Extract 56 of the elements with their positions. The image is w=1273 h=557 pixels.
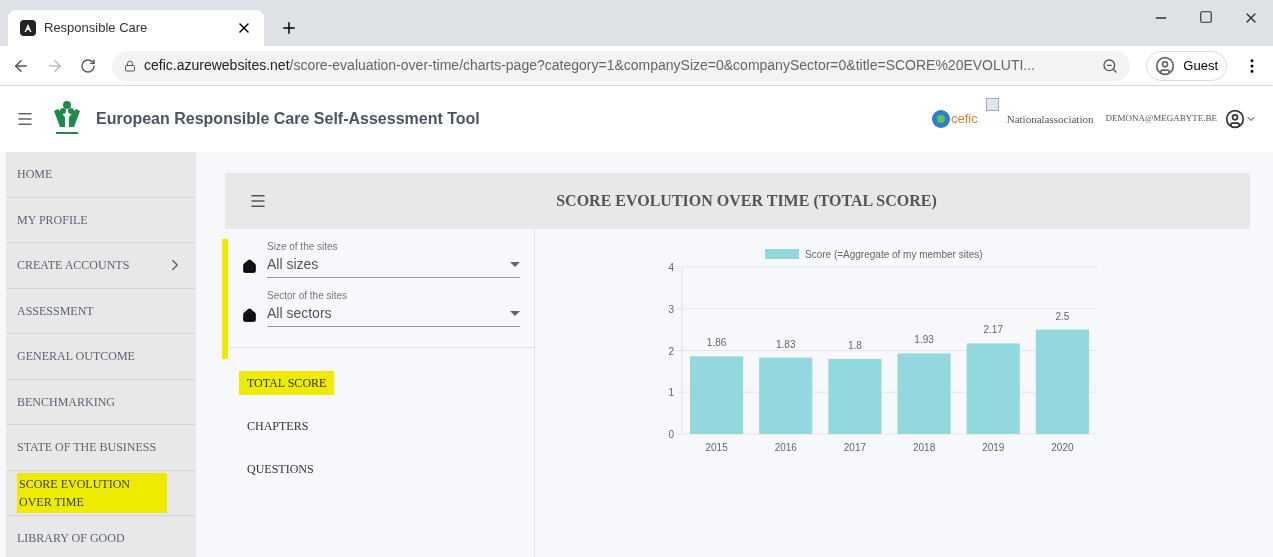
maximize-icon[interactable] <box>1199 10 1213 24</box>
association-label: Nationalassociation <box>1006 111 1094 127</box>
chart-legend: Score (=Aggregate of my member sites) <box>765 249 983 260</box>
sidebar-item[interactable]: HOME <box>6 152 196 198</box>
axis-tick-label: 2018 <box>912 442 936 453</box>
sidebar-item[interactable]: ASSESSMENT <box>6 288 196 334</box>
axis-tick-label: 2015 <box>705 442 728 453</box>
axis-tick-label: 1 <box>668 387 674 399</box>
broken-image-icon <box>985 98 999 111</box>
axis-tick-label: 0 <box>668 429 674 440</box>
bar-value-label: 1.8 <box>847 339 862 351</box>
home-icon <box>242 259 257 274</box>
axis-tick-label: 2 <box>668 345 674 357</box>
partner-logo: cefic <box>950 110 978 129</box>
bar-value-label: 2.5 <box>1055 310 1070 322</box>
sidebar-item[interactable]: BENCHMARKING <box>6 379 196 425</box>
axis-tick-label: 2020 <box>1051 442 1074 453</box>
app-title: European Responsible Care Self-Assessment Tool <box>96 109 480 129</box>
axis-tick-label: 2016 <box>774 442 797 453</box>
sidebar-item[interactable]: LIBRARY OF GOOD <box>6 516 196 557</box>
axis-tick-label: 4 <box>668 262 674 273</box>
lock-icon <box>124 59 136 72</box>
category-link[interactable]: TOTAL SCORE <box>239 371 335 395</box>
user-icon <box>1225 109 1245 129</box>
bar-value-label: 1.83 <box>776 338 796 350</box>
axis-tick-label: 2017 <box>843 442 867 453</box>
user-email: DEMONA@MEGABYTE.BE <box>1105 112 1217 126</box>
category-link[interactable]: QUESTIONS <box>239 460 322 478</box>
reload-icon[interactable] <box>80 57 96 74</box>
select-field[interactable]: Size of the sites All sizes <box>267 239 520 278</box>
dropdown-caret-icon <box>510 262 520 267</box>
select-field[interactable]: Sector of the sites All sectors <box>267 288 520 327</box>
app-icon <box>20 20 36 36</box>
bar-value-label: 1.86 <box>706 337 727 349</box>
sidebar-item[interactable]: STATE OF THE BUSINESS <box>6 425 196 471</box>
tab-title: Responsible Care <box>44 19 149 38</box>
browser-tab[interactable]: Responsible Care <box>8 10 264 46</box>
home-icon <box>242 308 257 323</box>
user-icon <box>1155 55 1176 76</box>
category-link[interactable]: CHAPTERS <box>239 417 317 435</box>
sidebar-item[interactable]: CREATE ACCOUNTS <box>6 243 196 289</box>
panel-title: SCORE EVOLUTION OVER TIME (TOTAL SCORE) <box>555 191 938 212</box>
menu-icon[interactable] <box>249 192 267 210</box>
zoom-icon[interactable] <box>1102 57 1119 74</box>
axis-tick-label: 2019 <box>982 442 1005 453</box>
legend-label: Score (=Aggregate of my member sites) <box>805 249 983 260</box>
sidebar-item[interactable]: MY PROFILE <box>6 197 196 243</box>
url-text: cefic.azurewebsites.net/score-evaluation-over-time/charts-page?category=1&companySize=0&companySector=0&title=SCORE%20EVOLUTI... <box>144 56 1036 75</box>
user-menu-button[interactable] <box>1225 109 1257 129</box>
axis-tick-label: 3 <box>668 303 674 315</box>
bar-value-label: 1.93 <box>914 334 934 346</box>
address-bar[interactable]: cefic.azurewebsites.net/score-evaluation-over-time/charts-page?category=1&companySize=0&companySector=0&title=SCORE%20EVOLUTI... <box>112 50 1131 81</box>
dropdown-caret-icon <box>510 311 520 316</box>
sidebar-item[interactable]: GENERAL OUTCOME <box>6 334 196 380</box>
new-tab-icon[interactable] <box>280 19 298 37</box>
bar-value-label: 2.17 <box>983 324 1003 336</box>
